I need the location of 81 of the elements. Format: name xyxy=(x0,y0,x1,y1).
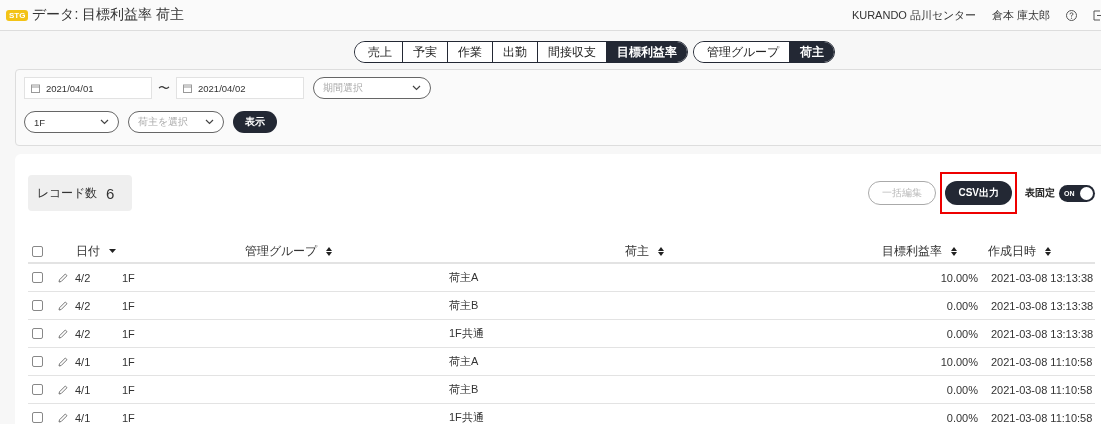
tab[interactable]: 荷主 xyxy=(789,42,834,62)
date-field[interactable]: 2021/04/02 xyxy=(176,77,304,99)
help-icon[interactable] xyxy=(1066,9,1077,21)
range-separator: 〜 xyxy=(158,79,170,97)
table-cell: 2021-03-08 13:13:38 xyxy=(991,299,1094,312)
calendar-icon xyxy=(183,83,192,93)
tab[interactable]: 目標利益率 xyxy=(606,42,687,62)
table-cell: 荷主B xyxy=(449,383,479,395)
table-cell: 1F xyxy=(122,271,135,284)
center-name: KURANDO 品川センター xyxy=(851,7,976,23)
env-badge: STG xyxy=(6,9,29,21)
chevron-icon xyxy=(100,119,109,125)
edit-icon[interactable] xyxy=(58,412,68,423)
column-header[interactable]: 目標利益率 xyxy=(882,243,942,259)
fixed-header-label: 表固定 xyxy=(1025,186,1055,200)
sort-icon[interactable] xyxy=(658,246,664,256)
table-cell: 4/1 xyxy=(75,355,91,368)
logout-icon[interactable] xyxy=(1093,9,1101,21)
table-cell: 1F xyxy=(122,411,135,424)
checkbox[interactable] xyxy=(32,412,43,423)
sort-desc-icon[interactable] xyxy=(109,249,116,253)
tab[interactable]: 出勤 xyxy=(492,42,537,62)
table-cell: 0.00% xyxy=(946,299,978,312)
sort-icon[interactable] xyxy=(1045,246,1051,256)
table-cell: 1F xyxy=(122,299,135,312)
user-name: 倉本 庫太郎 xyxy=(991,7,1050,23)
record-count-value: 6 xyxy=(106,184,115,202)
checkbox[interactable] xyxy=(32,245,43,257)
table-cell: 0.00% xyxy=(946,327,978,340)
table-cell: 4/2 xyxy=(75,299,91,312)
checkbox[interactable] xyxy=(32,272,43,283)
chevron-icon xyxy=(412,85,421,91)
tab[interactable]: 間接収支 xyxy=(537,42,606,62)
table-cell: 2021-03-08 11:10:58 xyxy=(991,411,1093,424)
table-cell: 2021-03-08 11:10:58 xyxy=(991,355,1093,368)
table-cell: 2021-03-08 13:13:38 xyxy=(991,327,1094,340)
checkbox[interactable] xyxy=(32,328,43,339)
table-cell: 4/1 xyxy=(75,383,91,396)
sort-icon[interactable] xyxy=(951,246,957,256)
edit-icon[interactable] xyxy=(58,272,68,283)
csv-export-button[interactable]: CSV出力 xyxy=(945,181,1012,205)
record-count-label: レコード数 xyxy=(37,184,97,202)
sort-icon[interactable] xyxy=(326,246,332,256)
table-cell: 0.00% xyxy=(946,411,978,424)
column-header[interactable]: 荷主 xyxy=(625,243,649,259)
table-cell: 2021-03-08 11:10:58 xyxy=(991,383,1093,396)
table-cell: 1F xyxy=(122,383,135,396)
table-cell: 1F xyxy=(122,327,135,340)
tab[interactable]: 売上 xyxy=(355,42,402,62)
dropdown[interactable]: 1F xyxy=(24,111,119,133)
checkbox[interactable] xyxy=(32,356,43,367)
show-button[interactable]: 表示 xyxy=(233,111,277,133)
page-title: データ: 目標利益率 荷主 xyxy=(32,6,185,24)
table-cell: 1F xyxy=(122,355,135,368)
table-cell: 荷主A xyxy=(449,355,479,367)
table-cell: 10.00% xyxy=(940,271,978,284)
edit-icon[interactable] xyxy=(58,356,68,367)
table-cell: 2021-03-08 13:13:38 xyxy=(991,271,1094,284)
calendar-icon xyxy=(31,83,40,93)
edit-icon[interactable] xyxy=(58,300,68,311)
table-cell: 1F共通 xyxy=(449,327,484,339)
tab[interactable]: 予実 xyxy=(402,42,447,62)
table-cell: 4/2 xyxy=(75,327,91,340)
tab[interactable]: 作業 xyxy=(447,42,492,62)
table-cell: 荷主A xyxy=(449,271,479,283)
table-cell: 10.00% xyxy=(940,355,978,368)
table-cell: 1F共通 xyxy=(449,411,484,423)
date-field[interactable]: 2021/04/01 xyxy=(24,77,152,99)
table-cell: 4/2 xyxy=(75,271,91,284)
edit-icon[interactable] xyxy=(58,328,68,339)
table-cell: 荷主B xyxy=(449,299,479,311)
table-cell: 0.00% xyxy=(946,383,978,396)
edit-icon[interactable] xyxy=(58,384,68,395)
checkbox[interactable] xyxy=(32,300,43,311)
column-header[interactable]: 日付 xyxy=(76,243,100,259)
table-cell: 4/1 xyxy=(75,411,91,424)
column-header[interactable]: 管理グループ xyxy=(245,243,317,259)
checkbox[interactable] xyxy=(32,384,43,395)
tab[interactable]: 管理グループ xyxy=(694,42,789,62)
column-header[interactable]: 作成日時 xyxy=(988,243,1036,259)
chevron-icon xyxy=(205,119,214,125)
